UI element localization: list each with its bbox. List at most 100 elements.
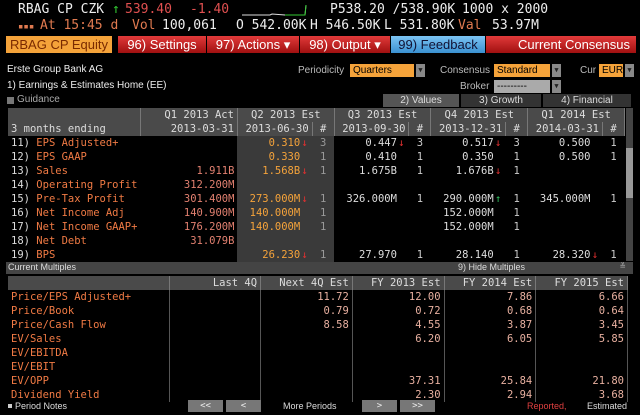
row-label[interactable]: 14) Operating Profit <box>8 178 140 192</box>
value: 273.000M <box>249 193 301 205</box>
subheader-cell: 2013-09-30 <box>334 122 410 136</box>
table-row[interactable]: 18) Net Debt 31.079B <box>8 234 625 248</box>
down-arrow-icon: ↓ <box>495 165 502 177</box>
multiple-value <box>352 346 445 360</box>
val-label: Val <box>458 18 482 33</box>
estimate-count <box>603 206 625 220</box>
estimate-value: 1.676B↓ <box>431 164 506 178</box>
estimate-value <box>431 234 506 248</box>
metric-name: Net Debt <box>36 235 87 247</box>
collapse-icon[interactable]: ≚ <box>620 262 625 272</box>
chevron-down-icon[interactable]: ▼ <box>552 80 561 93</box>
currency-select[interactable]: EUR <box>599 64 623 77</box>
down-arrow-icon: ↓ <box>301 137 308 149</box>
multiple-value <box>169 290 262 304</box>
estimate-count: 1 <box>513 221 520 233</box>
scrollbar-thumb[interactable] <box>626 148 633 198</box>
low: L 531.80K <box>384 18 455 33</box>
multiple-value <box>535 360 628 374</box>
tab-values[interactable]: 2) Values <box>383 94 459 107</box>
metric-name: Net Income GAAP+ <box>36 221 138 233</box>
multiple-value: 3.68 <box>535 388 628 402</box>
estimate-value: 0.310↓ <box>237 136 313 150</box>
multiple-value: 6.05 <box>444 332 537 346</box>
multiple-value: 2.94 <box>444 388 537 402</box>
chevron-down-icon[interactable]: ▼ <box>416 64 425 77</box>
value: 345.000M <box>539 193 591 205</box>
table-row[interactable]: 15) Pre-Tax Profit 301.400M 273.000M↓ 1 326.… <box>8 192 625 206</box>
estimate-count: 3 <box>513 137 520 149</box>
row-label[interactable]: 18) Net Debt <box>8 234 140 248</box>
col-header: FY 2013 Est <box>352 276 445 290</box>
estimate-count: 1 <box>513 249 520 261</box>
table-row[interactable]: 13) Sales 1.911B 1.568B↓ 1 1.675B 1 1.676B↓ 1 <box>8 164 625 178</box>
output-button[interactable]: 98) Output ▾ <box>300 36 390 53</box>
multiple-value <box>352 360 445 374</box>
chevron-down-icon[interactable]: ▼ <box>552 64 561 77</box>
subheader-row: 3 months ending 2013-03-31 2013-06-30 #2013… <box>8 122 625 136</box>
value: 28.140 <box>455 249 494 261</box>
estimate-value <box>528 220 603 234</box>
row-number: 12) <box>11 151 30 163</box>
feedback-button[interactable]: 99) Feedback <box>391 36 485 53</box>
table-row[interactable]: 12) EPS GAAP 0.330 1 0.410 1 0.350 1 0.500 1 <box>8 150 625 164</box>
estimate-value: 28.140 <box>431 248 506 262</box>
last-page-button[interactable]: >> <box>400 400 435 412</box>
table-row[interactable]: 16) Net Income Adj 140.900M 140.000M 1 152.0… <box>8 206 625 220</box>
scrollbar[interactable] <box>626 108 633 261</box>
row-label[interactable]: 12) EPS GAAP <box>8 150 140 164</box>
guidance-checkbox[interactable] <box>7 97 14 104</box>
actual-value <box>140 150 237 164</box>
first-page-button[interactable]: << <box>188 400 223 412</box>
table-row: EV/OPP 37.31 25.84 21.80 <box>8 374 628 388</box>
row-label[interactable]: 11) EPS Adjusted+ <box>8 136 140 150</box>
table-row[interactable]: 11) EPS Adjusted+ 0.310↓ 3 0.447↓ 3 0.517↓ 3 0.… <box>8 136 625 150</box>
col-header: FY 2014 Est <box>444 276 537 290</box>
next-page-button[interactable]: > <box>362 400 397 412</box>
value: 27.970 <box>359 249 397 261</box>
table-row[interactable]: 14) Operating Profit 312.200M <box>8 178 625 192</box>
consensus-select[interactable]: Standard <box>494 64 550 77</box>
table-row[interactable]: 19) BPS 26.230↓ 1 27.970 1 28.140 1 28.320↓ 1 <box>8 248 625 262</box>
tab-financial[interactable]: 4) Financial <box>543 94 631 107</box>
down-arrow-icon: ↓ <box>495 137 502 149</box>
settings-button[interactable]: 96) Settings <box>118 36 206 53</box>
table-row: EV/EBIT <box>8 360 628 374</box>
ticker: RBAG CP CZK <box>18 2 105 17</box>
estimate-count: 1 <box>513 151 520 163</box>
multiple-value <box>260 374 353 388</box>
periodicity-select[interactable]: Quarters <box>350 64 414 77</box>
col-header <box>8 276 170 290</box>
estimate-value <box>334 220 409 234</box>
down-arrow-icon: ↓ <box>398 137 405 149</box>
signal-icon: ▪▪▪ <box>18 22 35 32</box>
actions-button[interactable]: 97) Actions ▾ <box>207 36 299 53</box>
estimate-count: 1 <box>416 165 424 177</box>
estimate-count: 1 <box>312 248 335 262</box>
table-row[interactable]: 17) Net Income GAAP+ 176.200M 140.000M 1 152… <box>8 220 625 234</box>
up-arrow-icon: ↑ <box>112 2 120 17</box>
multiple-value: 0.68 <box>444 304 537 318</box>
tab-growth[interactable]: 3) Growth <box>461 94 541 107</box>
earnings-home-link[interactable]: 1) Earnings & Estimates Home (EE) <box>7 80 167 91</box>
actual-value <box>140 248 237 262</box>
period-notes-checkbox[interactable] <box>8 404 12 408</box>
row-label[interactable]: 13) Sales <box>8 164 140 178</box>
security-field[interactable]: RBAG CP Equity <box>6 36 112 53</box>
chevron-down-icon[interactable]: ▼ <box>625 64 634 77</box>
estimate-count: 3 <box>312 136 335 150</box>
estimate-value: 140.000M <box>237 206 313 220</box>
hide-multiples-button[interactable]: 9) Hide Multiples <box>458 262 525 272</box>
multiple-value: 3.45 <box>535 318 628 332</box>
estimate-count <box>506 234 528 248</box>
estimated-legend: Estimated <box>587 401 628 411</box>
row-label[interactable]: 17) Net Income GAAP+ <box>8 220 140 234</box>
value: 1.568B <box>262 165 301 177</box>
row-label[interactable]: 19) BPS <box>8 248 140 262</box>
row-label[interactable]: 16) Net Income Adj <box>8 206 140 220</box>
value: 26.230 <box>262 249 301 261</box>
row-number: 14) <box>11 179 30 191</box>
broker-select[interactable]: --------- <box>494 80 550 93</box>
prev-page-button[interactable]: < <box>226 400 261 412</box>
row-label[interactable]: 15) Pre-Tax Profit <box>8 192 140 206</box>
